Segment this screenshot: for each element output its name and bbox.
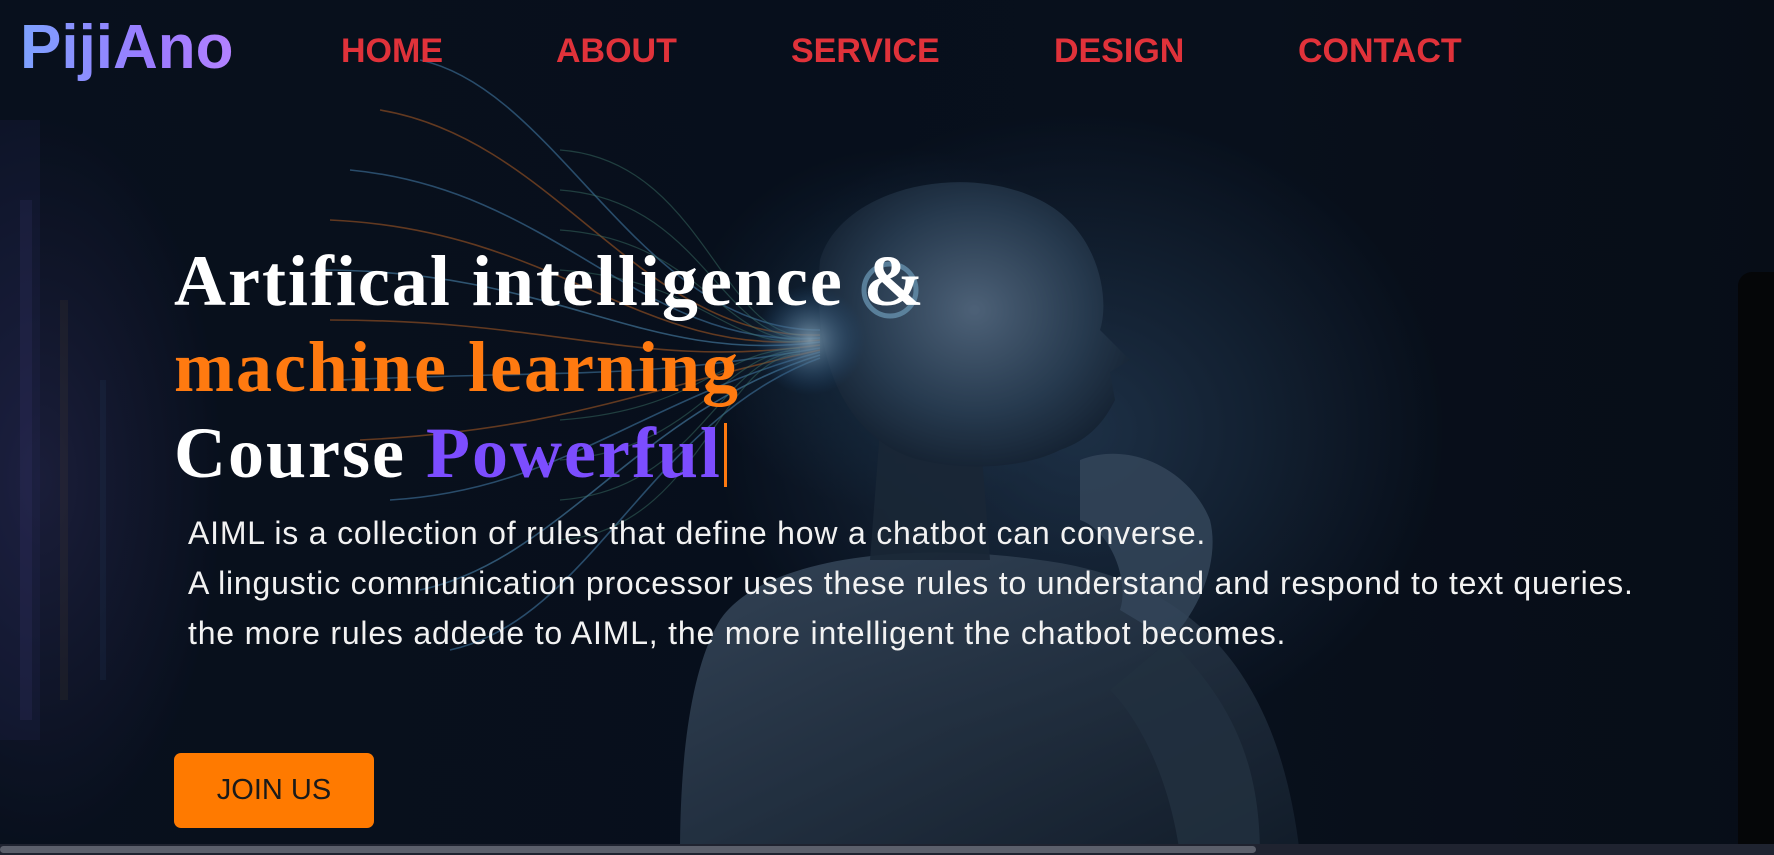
horizontal-scrollbar[interactable]	[0, 844, 1774, 855]
description-line: A lingustic communication processor uses…	[188, 565, 1634, 601]
side-panel	[1738, 272, 1774, 855]
hero-headline: Artifical intelligence & machine learnin…	[174, 238, 926, 496]
headline-line-2: machine learning	[174, 327, 740, 407]
scrollbar-thumb[interactable]	[0, 846, 1256, 853]
typing-caret	[723, 423, 727, 487]
nav-link-about[interactable]: ABOUT	[556, 26, 677, 76]
typed-word: Powerful	[425, 413, 722, 493]
brand-logo[interactable]: PijiAno	[20, 8, 234, 88]
nav-link-contact[interactable]: CONTACT	[1298, 26, 1462, 76]
hero-description: AIML is a collection of rules that defin…	[188, 508, 1648, 658]
nav-link-design[interactable]: DESIGN	[1054, 26, 1184, 76]
headline-line-3: Course Powerful	[174, 410, 926, 496]
description-line: the more rules addede to AIML, the more …	[188, 615, 1287, 651]
headline-course-word: Course	[174, 413, 406, 493]
description-line: AIML is a collection of rules that defin…	[188, 515, 1207, 551]
headline-line-1: Artifical intelligence &	[174, 241, 926, 321]
nav-link-service[interactable]: SERVICE	[791, 26, 940, 76]
nav-link-home[interactable]: HOME	[341, 26, 443, 76]
join-us-button[interactable]: JOIN US	[174, 753, 374, 828]
